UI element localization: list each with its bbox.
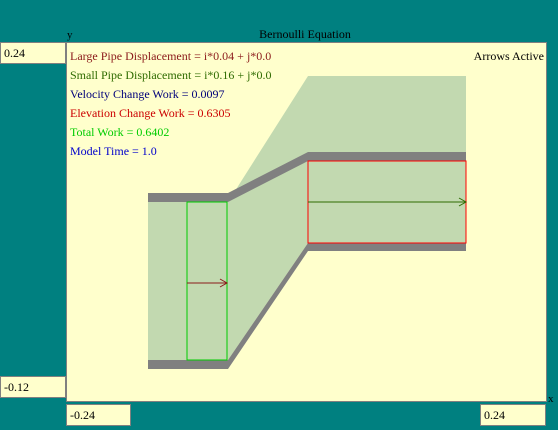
y-max-field[interactable]: 0.24 bbox=[0, 42, 66, 64]
window-title: Bernoulli Equation bbox=[259, 27, 351, 41]
x-min-field[interactable]: -0.24 bbox=[66, 404, 131, 426]
small-pipe-displacement-readout: Small Pipe Displacement = i*0.16 + j*0.0 bbox=[70, 68, 272, 82]
y-min-field[interactable]: -0.12 bbox=[0, 376, 66, 398]
model-time-readout: Model Time = 1.0 bbox=[70, 144, 157, 158]
total-work-readout: Total Work = 0.6402 bbox=[70, 125, 170, 139]
x-axis-letter: x bbox=[548, 393, 554, 405]
large-pipe-displacement-readout: Large Pipe Displacement = i*0.04 + j*0.0 bbox=[70, 49, 272, 63]
elevation-change-work-readout: Elevation Change Work = 0.6305 bbox=[70, 106, 231, 120]
arrows-active-status: Arrows Active bbox=[473, 49, 544, 63]
plot-area[interactable]: Large Pipe Displacement = i*0.04 + j*0.0… bbox=[66, 42, 547, 402]
x-max-field[interactable]: 0.24 bbox=[480, 404, 546, 426]
y-axis-letter: y bbox=[67, 29, 73, 41]
velocity-change-work-readout: Velocity Change Work = 0.0097 bbox=[70, 87, 225, 101]
